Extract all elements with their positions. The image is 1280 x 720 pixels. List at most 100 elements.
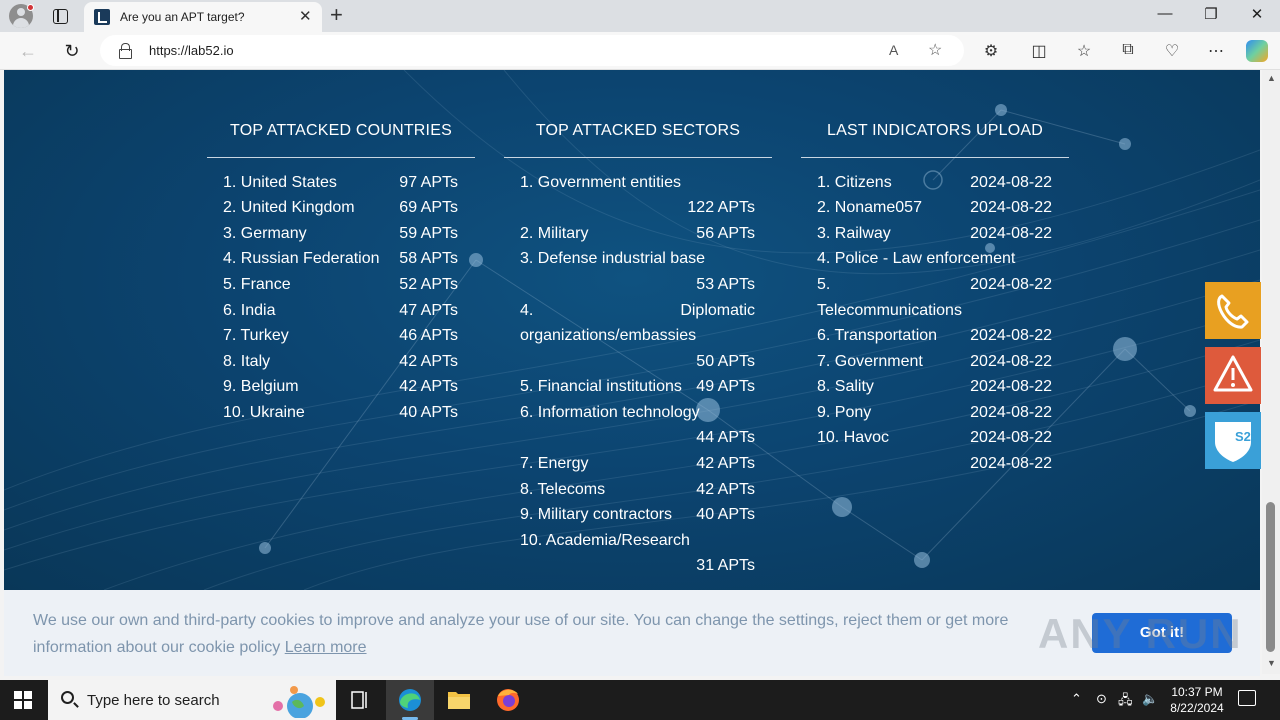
minimize-button[interactable]: — xyxy=(1155,5,1175,22)
sector-name: 6. Information technology xyxy=(520,404,700,421)
collections-icon[interactable]: ⧉ xyxy=(1117,41,1139,59)
copilot-icon[interactable] xyxy=(1246,40,1268,62)
country-apt-count: 52 APTs xyxy=(399,276,458,293)
sector-apt-count: 56 APTs xyxy=(696,225,755,242)
country-apt-count: 42 APTs xyxy=(399,378,458,395)
indicator-name[interactable]: 1. Citizens xyxy=(817,173,892,193)
volume-icon[interactable]: 🔈 xyxy=(1142,691,1158,707)
country-name: 10. Ukraine xyxy=(223,404,305,421)
indicator-name-continued[interactable]: Telecommunications xyxy=(817,301,962,321)
close-window-button[interactable]: ✕ xyxy=(1247,5,1267,23)
indicator-name[interactable]: 8. Sality xyxy=(817,377,874,397)
country-apt-count: 46 APTs xyxy=(399,327,458,344)
sector-apt-count: 49 APTs xyxy=(696,378,755,395)
country-name: 5. France xyxy=(223,276,291,293)
split-screen-icon[interactable]: ◫ xyxy=(1028,41,1050,61)
indicators-title: LAST INDICATORS UPLOAD xyxy=(826,122,1043,139)
read-aloud-icon[interactable]: A xyxy=(889,42,898,58)
s2-shield-icon: S2 xyxy=(1215,422,1251,462)
sector-name: 2. Military xyxy=(520,225,589,242)
report-incident-button[interactable] xyxy=(1205,347,1261,404)
country-apt-count: 42 APTs xyxy=(399,353,458,370)
sector-name-continued: Diplomatic xyxy=(680,302,755,319)
country-apt-count: 97 APTs xyxy=(399,174,458,191)
tab-actions-icon[interactable] xyxy=(50,6,70,26)
url-text[interactable]: https://lab52.io xyxy=(149,43,234,58)
indicator-date: 2024-08-22 xyxy=(970,276,1052,293)
learn-more-link[interactable]: Learn more xyxy=(285,639,367,656)
sector-apt-count: 40 APTs xyxy=(696,506,755,523)
lock-icon[interactable] xyxy=(119,43,132,59)
scroll-thumb[interactable] xyxy=(1266,502,1275,652)
tray-app-icon[interactable]: ⊙ xyxy=(1096,691,1107,707)
task-view-button[interactable] xyxy=(336,680,384,720)
active-tab[interactable]: Are you an APT target? ✕ xyxy=(84,2,322,32)
edge-taskbar-button[interactable] xyxy=(386,680,434,720)
sector-name: 7. Energy xyxy=(520,455,589,472)
indicator-name[interactable]: 10. Havoc xyxy=(817,428,889,448)
indicator-name[interactable]: 3. Railway xyxy=(817,224,891,244)
edge-icon xyxy=(399,689,421,711)
indicator-name[interactable]: 7. Government xyxy=(817,352,923,372)
browser-essentials-icon[interactable]: ♡ xyxy=(1161,41,1183,61)
cookie-message: We use our own and third-party cookies t… xyxy=(33,607,1089,661)
tab-title: Are you an APT target? xyxy=(120,10,245,24)
indicator-date: 2024-08-22 xyxy=(970,404,1052,421)
scroll-up-icon[interactable]: ▲ xyxy=(1267,73,1276,83)
sector-name: 1. Government entities xyxy=(520,174,681,191)
refresh-icon[interactable]: ↻ xyxy=(61,40,83,62)
more-menu-icon[interactable]: ⋯ xyxy=(1205,41,1227,61)
sector-apt-count: 42 APTs xyxy=(696,455,755,472)
countries-divider xyxy=(207,157,475,158)
contact-phone-button[interactable] xyxy=(1205,282,1261,339)
network-icon[interactable]: 🖧 xyxy=(1118,691,1133,713)
favorite-star-icon[interactable]: ☆ xyxy=(928,40,942,60)
s2-grupo-button[interactable]: S2 xyxy=(1205,412,1261,469)
indicator-name[interactable]: 5. xyxy=(817,275,830,295)
sector-apt-count: 31 APTs xyxy=(696,557,755,574)
file-explorer-button[interactable] xyxy=(435,680,483,720)
maximize-button[interactable]: ❐ xyxy=(1201,5,1221,23)
sector-name: 9. Military contractors xyxy=(520,506,673,523)
extensions-icon[interactable]: ⚙ xyxy=(980,41,1002,61)
sector-apt-count: 44 APTs xyxy=(696,429,755,446)
anyrun-watermark: ANY RUN xyxy=(1038,610,1243,657)
countries-title: TOP ATTACKED COUNTRIES xyxy=(230,122,452,139)
page-content: TOP ATTACKED COUNTRIES 1. United States … xyxy=(4,70,1260,590)
profile-notification-dot xyxy=(27,4,34,11)
tab-strip: Are you an APT target? ✕ + — ❐ ✕ xyxy=(0,0,1280,32)
taskbar-search[interactable]: Type here to search xyxy=(48,680,336,720)
country-name: 3. Germany xyxy=(223,225,307,242)
address-bar[interactable]: https://lab52.io A ☆ xyxy=(100,35,964,66)
new-tab-button[interactable]: + xyxy=(330,3,343,27)
address-toolbar: ← ↻ https://lab52.io A ☆ ⚙ ◫ ☆ ⧉ ♡ ⋯ xyxy=(0,32,1280,70)
sector-name-continued: organizations/embassies xyxy=(520,327,697,344)
indicator-date: 2024-08-22 xyxy=(970,353,1052,370)
page-scrollbar[interactable]: ▲ ▼ xyxy=(1262,70,1280,674)
back-arrow-icon[interactable]: ← xyxy=(17,40,39,62)
tab-close-icon[interactable]: ✕ xyxy=(299,8,312,26)
indicator-date: 2024-08-22 xyxy=(970,455,1052,472)
indicator-date: 2024-08-22 xyxy=(970,199,1052,216)
sector-apt-count: 122 APTs xyxy=(687,199,755,216)
firefox-button[interactable] xyxy=(484,680,532,720)
tray-overflow-icon[interactable]: ⌃ xyxy=(1071,691,1082,707)
indicator-date: 2024-08-22 xyxy=(970,225,1052,242)
windows-start-icon[interactable] xyxy=(14,691,32,709)
sector-apt-count: 50 APTs xyxy=(696,353,755,370)
sector-name: 8. Telecoms xyxy=(520,481,606,498)
favorites-icon[interactable]: ☆ xyxy=(1073,41,1095,61)
sectors-title: TOP ATTACKED SECTORS xyxy=(535,122,741,139)
cookie-text: We use our own and third-party cookies t… xyxy=(33,612,1009,656)
indicator-name[interactable]: 6. Transportation xyxy=(817,326,937,346)
scroll-down-icon[interactable]: ▼ xyxy=(1267,658,1276,668)
search-placeholder[interactable]: Type here to search xyxy=(87,692,220,709)
indicator-name[interactable]: 9. Pony xyxy=(817,403,871,423)
phone-icon xyxy=(1217,294,1249,329)
indicator-date: 2024-08-22 xyxy=(970,378,1052,395)
taskbar-clock[interactable]: 10:37 PM 8/22/2024 xyxy=(1162,684,1232,716)
indicator-name[interactable]: 2. Noname057 xyxy=(817,198,922,218)
sector-apt-count: 42 APTs xyxy=(696,481,755,498)
notification-center-icon[interactable] xyxy=(1238,690,1256,706)
indicator-name[interactable]: 4. Police - Law enforcement xyxy=(817,249,1015,269)
